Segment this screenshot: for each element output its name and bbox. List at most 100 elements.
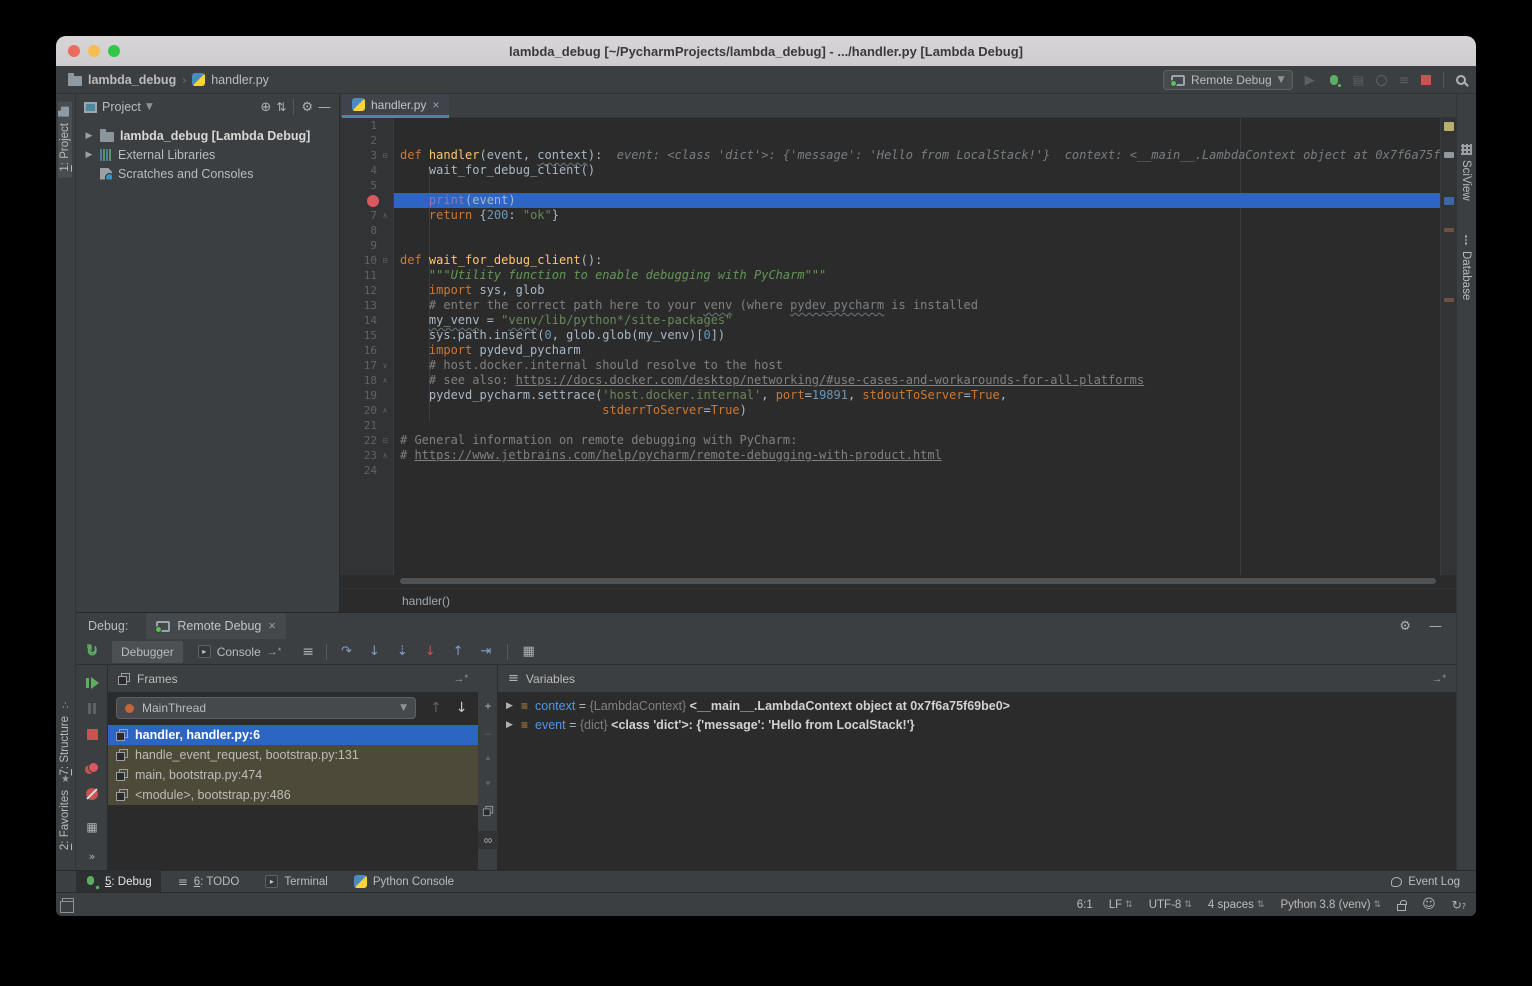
- pause-icon[interactable]: [76, 703, 108, 714]
- stripe-mark[interactable]: [1444, 152, 1454, 158]
- tree-item[interactable]: Scratches and Consoles: [76, 164, 339, 183]
- locate-icon[interactable]: ⊕: [260, 101, 271, 114]
- breadcrumb-file[interactable]: handler.py: [211, 73, 269, 87]
- view-breakpoints-icon[interactable]: [76, 762, 108, 774]
- debug-icon[interactable]: [1327, 73, 1341, 87]
- tree-item[interactable]: ▶External Libraries: [76, 145, 339, 164]
- hide-icon[interactable]: —: [1429, 620, 1442, 633]
- gutter-line-13[interactable]: 13: [340, 298, 393, 313]
- minimize-window-button[interactable]: [88, 45, 100, 57]
- fold-marker-icon[interactable]: ∨: [379, 358, 391, 373]
- indent-select[interactable]: 4 spaces⇅: [1208, 899, 1265, 911]
- gutter-line-4[interactable]: 4: [340, 163, 393, 178]
- gutter-line-20[interactable]: 20∧: [340, 403, 393, 418]
- gutter-line-15[interactable]: 15: [340, 328, 393, 343]
- unlock-icon[interactable]: [1397, 904, 1406, 911]
- editor-tab-handler[interactable]: handler.py ×: [342, 94, 449, 118]
- editor-breadcrumb[interactable]: handler(): [340, 588, 1456, 612]
- stack-frame[interactable]: main, bootstrap.py:474: [108, 765, 478, 785]
- chevron-right-icon[interactable]: ▶: [84, 130, 94, 141]
- code-line-2[interactable]: [394, 133, 1440, 148]
- force-step-into-icon[interactable]: ⇣: [397, 645, 408, 658]
- event-log-button[interactable]: Event Log: [1391, 876, 1460, 888]
- settings-icon[interactable]: ⚙: [1399, 620, 1411, 633]
- show-prompt-icon[interactable]: →: [267, 646, 282, 658]
- stack-frame[interactable]: handle_event_request, bootstrap.py:131: [108, 745, 478, 765]
- code-line-22[interactable]: # General information on remote debuggin…: [394, 433, 1440, 448]
- breakpoint-icon[interactable]: [367, 195, 379, 207]
- restore-layout-icon[interactable]: ▦: [76, 821, 108, 833]
- evaluate-expression-icon[interactable]: ▦: [522, 645, 534, 658]
- code-line-9[interactable]: [394, 238, 1440, 253]
- code-line-21[interactable]: [394, 418, 1440, 433]
- editor[interactable]: handler.py × 123⊟4567∧8910⊟1112131415161…: [340, 94, 1456, 612]
- project-panel-title[interactable]: Project: [102, 100, 141, 114]
- code-line-15[interactable]: sys.path.insert(0, glob.glob(my_venv)[0]…: [394, 328, 1440, 343]
- line-separator-select[interactable]: LF⇅: [1109, 899, 1133, 911]
- tool-button-debug[interactable]: 5: Debug: [76, 871, 161, 893]
- breadcrumb-root[interactable]: lambda_debug: [88, 73, 176, 87]
- stack-frame[interactable]: <module>, bootstrap.py:486: [108, 785, 478, 805]
- code-line-17[interactable]: # host.docker.internal should resolve to…: [394, 358, 1440, 373]
- gutter-line-19[interactable]: 19: [340, 388, 393, 403]
- gutter-line-23[interactable]: 23∧: [340, 448, 393, 463]
- gutter-line-3[interactable]: 3⊟: [340, 148, 393, 163]
- code-area[interactable]: def handler(event, context): event: <cla…: [394, 118, 1440, 575]
- zoom-window-button[interactable]: [108, 45, 120, 57]
- fold-marker-icon[interactable]: ⊟: [379, 433, 391, 448]
- step-over-icon[interactable]: ↷: [341, 645, 352, 658]
- code-line-11[interactable]: """Utility function to enable debugging …: [394, 268, 1440, 283]
- stack-frame[interactable]: handler, handler.py:6: [108, 725, 478, 745]
- code-line-1[interactable]: [394, 118, 1440, 133]
- fold-marker-icon[interactable]: ⊟: [379, 148, 391, 163]
- collapse-all-icon[interactable]: ⇅: [276, 101, 286, 113]
- add-watch-icon[interactable]: +: [478, 699, 498, 713]
- thread-select[interactable]: MainThread ▼: [116, 697, 416, 719]
- tab-debugger[interactable]: Debugger: [112, 641, 183, 663]
- editor-gutter[interactable]: 123⊟4567∧8910⊟11121314151617∨18∧1920∧212…: [340, 118, 394, 575]
- step-out-icon[interactable]: ↑: [453, 645, 464, 658]
- fold-marker-icon[interactable]: ∧: [379, 373, 391, 388]
- mute-breakpoints-icon[interactable]: [76, 788, 108, 800]
- variable-row[interactable]: ▶≡context = {LambdaContext} <__main__.La…: [498, 696, 1456, 715]
- gutter-line-17[interactable]: 17∨: [340, 358, 393, 373]
- stripe-mark[interactable]: [1444, 298, 1454, 302]
- gutter-line-6[interactable]: 6: [340, 193, 393, 208]
- stripe-mark[interactable]: [1444, 197, 1454, 205]
- settings-icon[interactable]: ⚙: [301, 101, 313, 114]
- run-with-icon[interactable]: ≡: [1399, 74, 1409, 86]
- hide-icon[interactable]: —: [318, 101, 331, 114]
- traffic-lights[interactable]: [68, 45, 120, 57]
- code-line-5[interactable]: [394, 178, 1440, 193]
- tool-button-project[interactable]: 1: Project: [58, 102, 72, 178]
- encoding-select[interactable]: UTF-8⇅: [1149, 899, 1192, 911]
- move-up-icon[interactable]: ▲: [478, 753, 498, 762]
- tool-button-structure[interactable]: 7: Structure∴: [59, 700, 71, 775]
- run-to-cursor-icon[interactable]: ⇥: [481, 645, 492, 658]
- gutter-line-8[interactable]: 8: [340, 223, 393, 238]
- tree-item[interactable]: ▶lambda_debug [Lambda Debug]: [76, 126, 339, 145]
- rerun-debug-icon[interactable]: ↻: [76, 643, 108, 657]
- updates-icon[interactable]: ↻?: [1452, 899, 1466, 911]
- tool-button-pythonconsole[interactable]: Python Console: [345, 871, 463, 893]
- step-into-icon[interactable]: ↓: [369, 645, 380, 658]
- next-frame-icon[interactable]: ↓: [456, 701, 468, 715]
- show-return-values-icon[interactable]: ∞: [478, 831, 498, 849]
- fold-marker-icon[interactable]: ⊟: [379, 253, 391, 268]
- variables-menu-icon[interactable]: ≡: [508, 672, 519, 685]
- tab-console[interactable]: ▸ Console →: [189, 641, 291, 663]
- gutter-line-22[interactable]: 22⊟: [340, 433, 393, 448]
- code-line-3[interactable]: def handler(event, context): event: <cla…: [394, 148, 1440, 163]
- gutter-line-10[interactable]: 10⊟: [340, 253, 393, 268]
- code-line-12[interactable]: import sys, glob: [394, 283, 1440, 298]
- code-line-13[interactable]: # enter the correct path here to your ve…: [394, 298, 1440, 313]
- variable-row[interactable]: ▶≡event = {dict} <class 'dict'>: {'messa…: [498, 715, 1456, 734]
- fold-marker-icon[interactable]: ∧: [379, 448, 391, 463]
- tool-button-todo[interactable]: ≡6: TODO: [169, 871, 249, 893]
- fold-marker-icon[interactable]: ∧: [379, 403, 391, 418]
- coverage-icon[interactable]: ▤: [1353, 74, 1364, 86]
- code-line-7[interactable]: return {200: "ok"}: [394, 208, 1440, 223]
- gutter-line-11[interactable]: 11: [340, 268, 393, 283]
- gutter-line-21[interactable]: 21: [340, 418, 393, 433]
- tool-button-terminal[interactable]: ▸Terminal: [256, 871, 336, 893]
